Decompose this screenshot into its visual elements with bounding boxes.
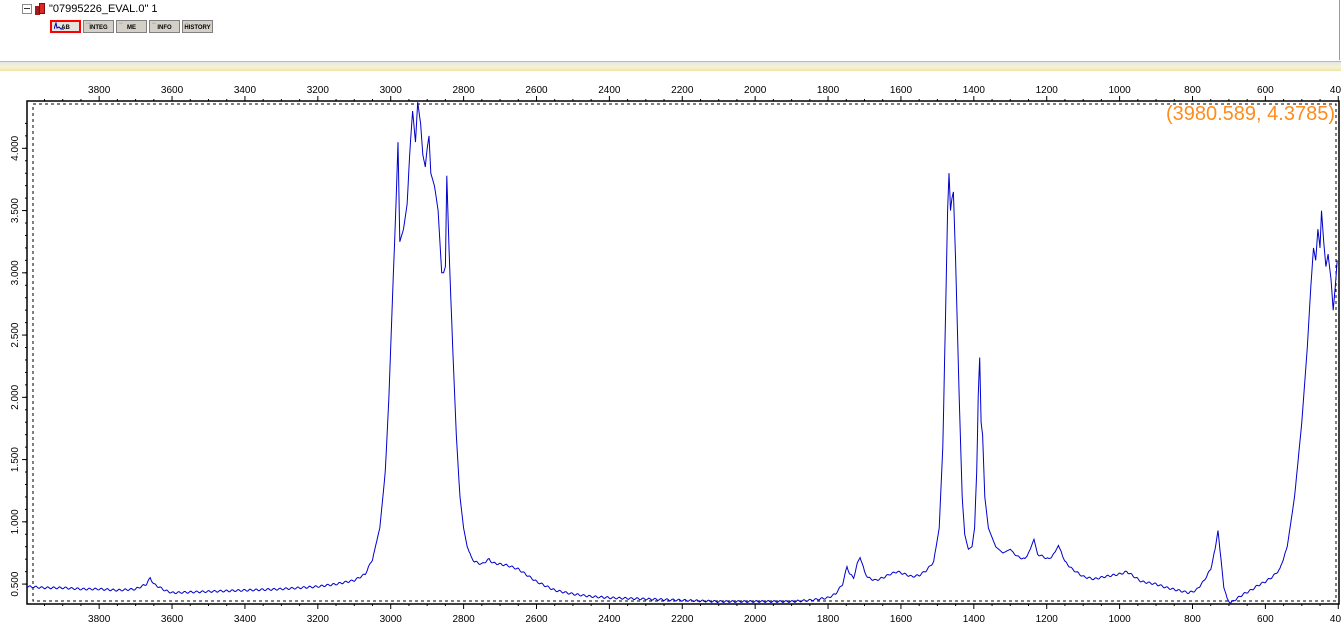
data-icon: ▫▫▫ — [86, 21, 92, 27]
cursor-coordinate-readout: (3980.589, 4.3785) — [1165, 103, 1335, 125]
x-tick-label-top: 400 — [1330, 85, 1341, 96]
tab-integ[interactable]: ▫▫▫ INTEG — [83, 20, 114, 33]
x-tick-label-top: 2400 — [598, 85, 621, 96]
x-tick-label-bottom: 1600 — [890, 614, 913, 625]
tab-label: INFO — [157, 25, 172, 31]
x-tick-label-top: 3200 — [307, 85, 330, 96]
y-tick-label: 0.500 — [10, 571, 21, 596]
x-tick-label-top: 1400 — [963, 85, 986, 96]
x-tick-label-top: 1800 — [817, 85, 840, 96]
x-tick-label-top: 3000 — [380, 85, 403, 96]
tab-ab[interactable]: AB — [50, 20, 81, 33]
y-tick-label: 3.000 — [10, 260, 21, 285]
x-tick-label-top: 800 — [1184, 85, 1201, 96]
x-tick-label-top: 2800 — [452, 85, 475, 96]
x-tick-label-bottom: 600 — [1257, 614, 1274, 625]
tab-label: INTEG — [89, 25, 108, 31]
x-tick-label-top: 3600 — [161, 85, 184, 96]
x-tick-label-bottom: 2400 — [598, 614, 621, 625]
y-tick-label: 4.000 — [10, 135, 21, 160]
x-tick-label-bottom: 3000 — [380, 614, 403, 625]
selection-box — [32, 103, 1337, 602]
x-tick-label-bottom: 1800 — [817, 614, 840, 625]
x-tick-label-top: 2600 — [525, 85, 548, 96]
data-icon: ▫▫ — [119, 21, 123, 27]
x-tick-label-bottom: 2800 — [452, 614, 475, 625]
y-tick-label: 2.000 — [10, 384, 21, 409]
x-tick-label-top: 600 — [1257, 85, 1274, 96]
dataset-panel: "07995226_EVAL.0" 1 AB ▫▫▫ INTEG ▫▫ ME ▫… — [0, 0, 1340, 60]
tab-info[interactable]: ▫▫ INFO — [149, 20, 180, 33]
x-tick-label-bottom: 2600 — [525, 614, 548, 625]
x-tick-label-bottom: 2000 — [744, 614, 767, 625]
data-icon: ▫▫ — [152, 21, 156, 27]
tab-me[interactable]: ▫▫ ME — [116, 20, 147, 33]
x-tick-label-top: 2200 — [671, 85, 694, 96]
spectrum-trace — [26, 102, 1338, 604]
y-tick-label: 3.500 — [10, 198, 21, 223]
plot-frame — [26, 100, 1340, 605]
x-tick-label-top: 3400 — [234, 85, 257, 96]
dataset-name[interactable]: "07995226_EVAL.0" 1 — [49, 3, 158, 15]
x-tick-label-bottom: 1000 — [1108, 614, 1131, 625]
tab-history[interactable]: ▫▫ HISTORY — [182, 20, 213, 33]
x-tick-label-bottom: 400 — [1330, 614, 1341, 625]
y-tick-label: 1.500 — [10, 447, 21, 472]
x-tick-label-bottom: 800 — [1184, 614, 1201, 625]
absorbance-icon — [54, 22, 64, 30]
x-tick-label-top: 2000 — [744, 85, 767, 96]
x-tick-label-bottom: 1200 — [1036, 614, 1059, 625]
x-tick-label-bottom: 3800 — [88, 614, 111, 625]
y-tick-label: 2.500 — [10, 322, 21, 347]
spectrum-file-icon — [35, 3, 46, 15]
y-tick-label: 1.000 — [10, 509, 21, 534]
absorbance-series-line — [26, 102, 1338, 604]
x-tick-label-bottom: 2200 — [671, 614, 694, 625]
x-tick-label-top: 1200 — [1036, 85, 1059, 96]
tab-label: ME — [127, 25, 136, 31]
x-tick-label-bottom: 1400 — [963, 614, 986, 625]
x-tick-label-top: 1000 — [1108, 85, 1131, 96]
data-icon: ▫▫ — [185, 21, 189, 27]
collapse-icon[interactable] — [22, 4, 32, 14]
data-block-tabs: AB ▫▫▫ INTEG ▫▫ ME ▫▫ INFO ▫▫ HISTORY — [50, 20, 215, 33]
x-tick-label-top: 1600 — [890, 85, 913, 96]
x-tick-label-bottom: 3400 — [234, 614, 257, 625]
dataset-tree-row[interactable]: "07995226_EVAL.0" 1 — [22, 2, 158, 16]
axis-ticks: 3800 3800 3600 3600 3400 3400 3200 3200 3000 3000… — [10, 85, 1341, 625]
x-tick-label-bottom: 3600 — [161, 614, 184, 625]
spectrum-plot[interactable]: 3800 3800 3600 3600 3400 3400 3200 3200 3000 3000… — [0, 70, 1341, 644]
plot-border — [26, 100, 1340, 605]
x-tick-label-bottom: 3200 — [307, 614, 330, 625]
x-tick-label-top: 3800 — [88, 85, 111, 96]
